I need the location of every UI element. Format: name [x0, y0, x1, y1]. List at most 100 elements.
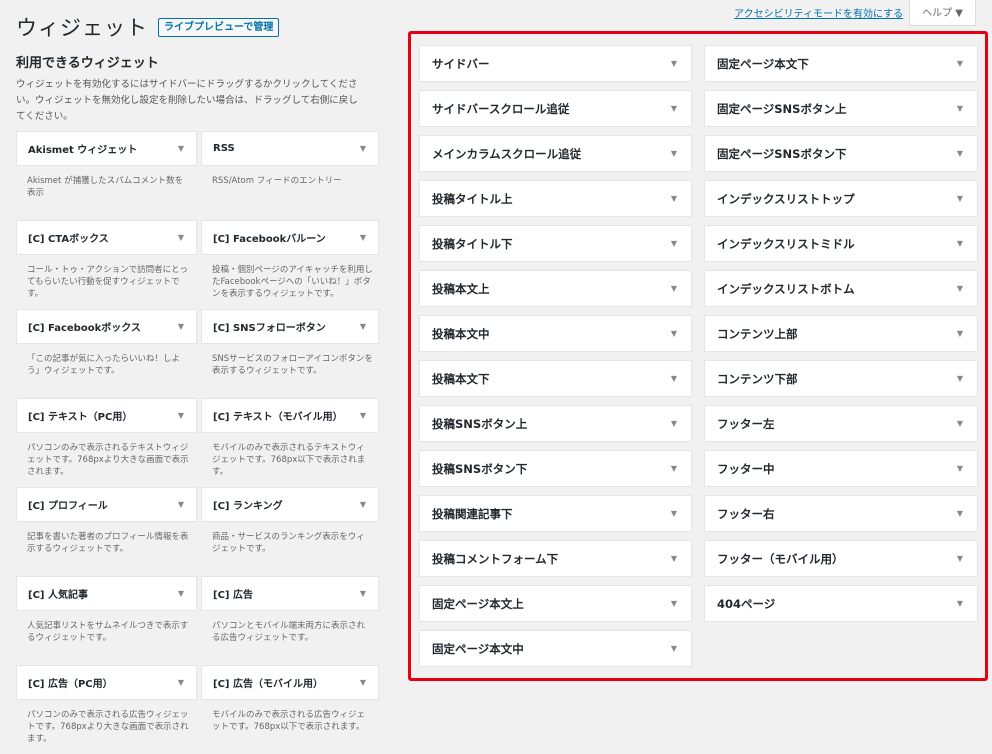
chevron-down-icon[interactable]: ▼ [178, 322, 184, 331]
widget-area[interactable]: インデックスリストミドル ▼ [704, 225, 978, 262]
widget-title-bar[interactable]: [C] SNSフォローボタン ▼ [201, 309, 379, 344]
chevron-down-icon[interactable]: ▼ [178, 678, 184, 687]
widget-name: [C] プロフィール [28, 501, 108, 512]
widget-title-bar[interactable]: [C] テキスト（PC用） ▼ [16, 398, 197, 433]
widget-name: [C] 人気記事 [28, 590, 88, 601]
chevron-down-icon[interactable]: ▼ [957, 554, 963, 563]
chevron-down-icon[interactable]: ▼ [360, 233, 366, 242]
chevron-down-icon[interactable]: ▼ [671, 149, 677, 158]
widget-area[interactable]: 投稿SNSボタン上 ▼ [419, 405, 692, 442]
chevron-down-icon[interactable]: ▼ [957, 419, 963, 428]
widget-title-bar[interactable]: Akismet ウィジェット ▼ [16, 131, 197, 166]
widget-area[interactable]: フッター右 ▼ [704, 495, 978, 532]
widget-area-name: インデックスリストミドル [717, 236, 855, 251]
widget-area[interactable]: フッター左 ▼ [704, 405, 978, 442]
chevron-down-icon[interactable]: ▼ [957, 509, 963, 518]
widget-description: 記事を書いた著者のプロフィール情報を表示するウィジェットです。 [27, 532, 189, 554]
widget-area[interactable]: フッター（モバイル用） ▼ [704, 540, 978, 577]
chevron-down-icon[interactable]: ▼ [957, 59, 963, 68]
chevron-down-icon[interactable]: ▼ [671, 464, 677, 473]
chevron-down-icon[interactable]: ▼ [360, 678, 366, 687]
widget-area-name: フッター右 [717, 506, 775, 521]
chevron-down-icon[interactable]: ▼ [671, 239, 677, 248]
widget-area[interactable]: 投稿タイトル上 ▼ [419, 180, 692, 217]
widget-area[interactable]: インデックスリストトップ ▼ [704, 180, 978, 217]
widget-area[interactable]: サイドバー ▼ [419, 45, 692, 82]
chevron-down-icon[interactable]: ▼ [671, 554, 677, 563]
chevron-down-icon[interactable]: ▼ [360, 500, 366, 509]
chevron-down-icon[interactable]: ▼ [957, 464, 963, 473]
widget-area[interactable]: フッター中 ▼ [704, 450, 978, 487]
widget-area[interactable]: 固定ページ本文中 ▼ [419, 630, 692, 667]
chevron-down-icon[interactable]: ▼ [671, 419, 677, 428]
widget-area[interactable]: メインカラムスクロール追従 ▼ [419, 135, 692, 172]
widget-area[interactable]: 固定ページ本文下 ▼ [704, 45, 978, 82]
widget-area[interactable]: 投稿コメントフォーム下 ▼ [419, 540, 692, 577]
widget-area[interactable]: コンテンツ下部 ▼ [704, 360, 978, 397]
widget-title-bar[interactable]: [C] プロフィール ▼ [16, 487, 197, 522]
widget-area-name: フッター（モバイル用） [717, 551, 844, 566]
widget-title-bar[interactable]: [C] Facebookバルーン ▼ [201, 220, 379, 255]
chevron-down-icon[interactable]: ▼ [957, 599, 963, 608]
chevron-down-icon[interactable]: ▼ [671, 59, 677, 68]
widget-area[interactable]: インデックスリストボトム ▼ [704, 270, 978, 307]
widget-area[interactable]: 404ページ ▼ [704, 585, 978, 622]
widget-area[interactable]: 固定ページSNSボタン下 ▼ [704, 135, 978, 172]
page-header: ウィジェット ライブプレビューで管理 [16, 12, 280, 42]
chevron-down-icon[interactable]: ▼ [671, 374, 677, 383]
widget-title-bar[interactable]: [C] 広告（PC用） ▼ [16, 665, 197, 700]
chevron-down-icon[interactable]: ▼ [671, 509, 677, 518]
widget-title-bar[interactable]: [C] 人気記事 ▼ [16, 576, 197, 611]
widget-title-bar[interactable]: [C] テキスト（モバイル用） ▼ [201, 398, 379, 433]
chevron-down-icon[interactable]: ▼ [178, 589, 184, 598]
chevron-down-icon[interactable]: ▼ [360, 589, 366, 598]
chevron-down-icon[interactable]: ▼ [957, 329, 963, 338]
accessibility-mode-link[interactable]: アクセシビリティモードを有効にする [734, 5, 903, 20]
widget-title-bar[interactable]: [C] CTAボックス ▼ [16, 220, 197, 255]
widget-area[interactable]: 投稿本文中 ▼ [419, 315, 692, 352]
widget-title-bar[interactable]: [C] 広告（モバイル用） ▼ [201, 665, 379, 700]
chevron-down-icon[interactable]: ▼ [360, 322, 366, 331]
chevron-down-icon[interactable]: ▼ [957, 374, 963, 383]
chevron-down-icon[interactable]: ▼ [360, 144, 366, 153]
chevron-down-icon[interactable]: ▼ [178, 411, 184, 420]
available-widget: [C] 広告（PC用） ▼ パソコンのみで表示される広告ウィジェットです。768px… [16, 665, 197, 754]
widget-area[interactable]: 投稿本文下 ▼ [419, 360, 692, 397]
chevron-down-icon[interactable]: ▼ [957, 239, 963, 248]
chevron-down-icon[interactable]: ▼ [178, 500, 184, 509]
widget-area-name: 固定ページSNSボタン上 [717, 101, 847, 116]
chevron-down-icon[interactable]: ▼ [178, 233, 184, 242]
widget-area[interactable]: 固定ページ本文上 ▼ [419, 585, 692, 622]
help-tab-button[interactable]: ヘルプ ▼ [909, 0, 976, 26]
widget-title-bar[interactable]: [C] 広告 ▼ [201, 576, 379, 611]
widget-title-bar[interactable]: [C] ランキング ▼ [201, 487, 379, 522]
widget-description: 商品・サービスのランキング表示をウィジェットです。 [212, 532, 365, 554]
widget-area[interactable]: コンテンツ上部 ▼ [704, 315, 978, 352]
widget-description: 「この記事が気に入ったらいいね！しよう」ウィジェットです。 [27, 354, 181, 376]
widget-area-name: 固定ページ本文下 [717, 56, 809, 71]
widget-area[interactable]: 投稿本文上 ▼ [419, 270, 692, 307]
widget-area[interactable]: 投稿タイトル下 ▼ [419, 225, 692, 262]
widget-area[interactable]: 投稿SNSボタン下 ▼ [419, 450, 692, 487]
chevron-down-icon[interactable]: ▼ [957, 104, 963, 113]
widget-area-name: コンテンツ下部 [717, 371, 798, 386]
chevron-down-icon[interactable]: ▼ [178, 144, 184, 153]
live-preview-button[interactable]: ライブプレビューで管理 [158, 17, 280, 37]
widget-area[interactable]: サイドバースクロール追従 ▼ [419, 90, 692, 127]
widget-title-bar[interactable]: [C] Facebookボックス ▼ [16, 309, 197, 344]
widget-area[interactable]: 固定ページSNSボタン上 ▼ [704, 90, 978, 127]
widget-title-bar[interactable]: RSS ▼ [201, 131, 379, 166]
widget-area[interactable]: 投稿関連記事下 ▼ [419, 495, 692, 532]
widget-description: RSS/Atom フィードのエントリー [212, 176, 342, 186]
available-widget: [C] SNSフォローボタン ▼ SNSサービスのフォローアイコンボタンを表示するウ… [201, 309, 379, 398]
chevron-down-icon[interactable]: ▼ [671, 329, 677, 338]
chevron-down-icon[interactable]: ▼ [671, 599, 677, 608]
chevron-down-icon[interactable]: ▼ [957, 284, 963, 293]
chevron-down-icon[interactable]: ▼ [957, 149, 963, 158]
chevron-down-icon[interactable]: ▼ [360, 411, 366, 420]
chevron-down-icon[interactable]: ▼ [671, 194, 677, 203]
chevron-down-icon[interactable]: ▼ [671, 104, 677, 113]
chevron-down-icon[interactable]: ▼ [957, 194, 963, 203]
chevron-down-icon[interactable]: ▼ [671, 284, 677, 293]
chevron-down-icon[interactable]: ▼ [671, 644, 677, 653]
